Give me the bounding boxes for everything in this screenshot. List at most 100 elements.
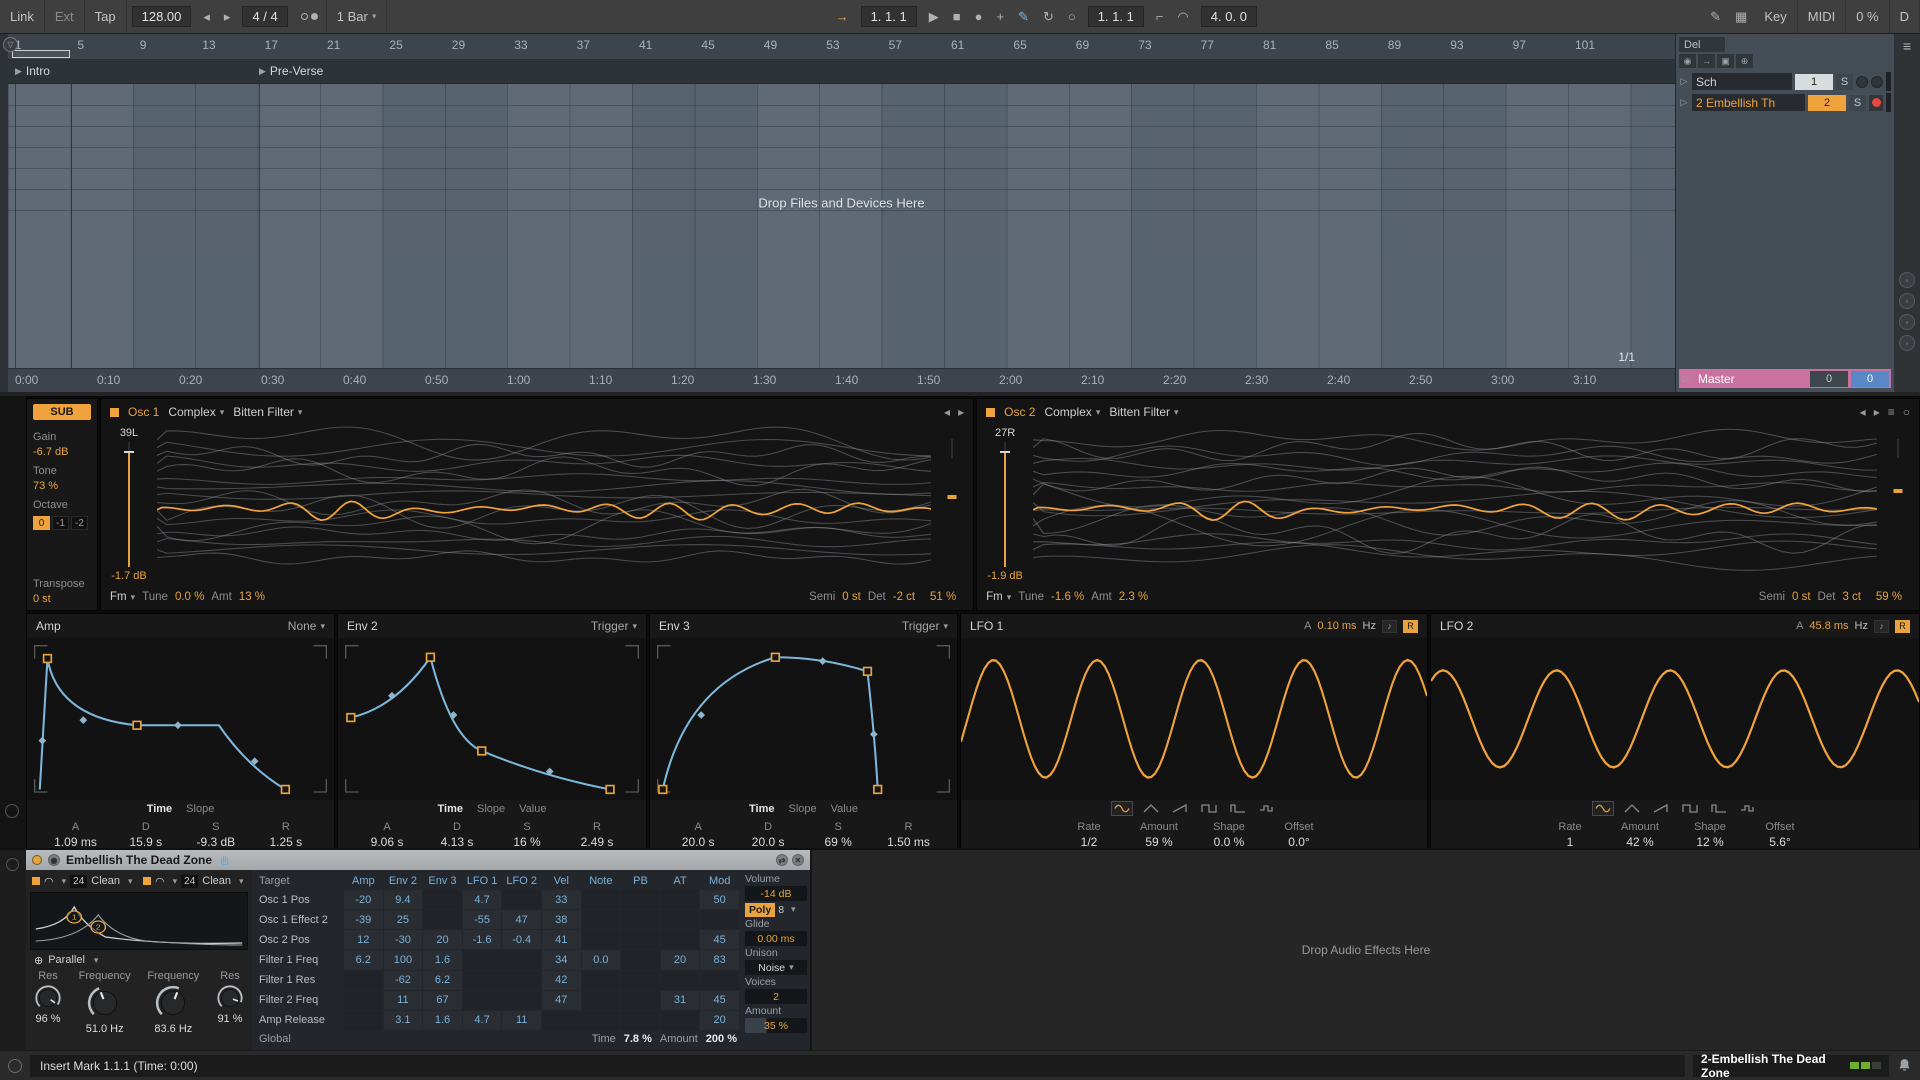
matrix-cell[interactable]: 34 (541, 950, 581, 970)
bar-number[interactable]: 33 (514, 38, 527, 52)
matrix-target[interactable]: Amp Release (255, 1011, 343, 1030)
det-value[interactable]: -2 ct (893, 591, 915, 603)
param[interactable]: A 9.06 s (366, 821, 408, 850)
matrix-cell[interactable]: 11 (383, 990, 423, 1010)
matrix-target[interactable]: Filter 1 Res (255, 971, 343, 990)
follow-arrow-icon[interactable]: → (1698, 54, 1715, 68)
bar-number[interactable]: 57 (889, 38, 902, 52)
matrix-cell[interactable] (660, 970, 700, 990)
osc-2-gain-value[interactable]: -1.9 dB (987, 570, 1022, 584)
device-option-icon[interactable]: ◉ (48, 854, 60, 866)
matrix-cell[interactable]: 25 (383, 910, 423, 930)
bar-number[interactable]: 37 (577, 38, 590, 52)
matrix-cell[interactable] (541, 1010, 581, 1030)
osc-1-gain-slider[interactable] (122, 442, 136, 567)
matrix-cell[interactable] (344, 970, 383, 990)
zoom-icon[interactable]: ▣ (1717, 54, 1734, 68)
sine-shape-icon[interactable] (1110, 801, 1133, 817)
wavetable-menu-icon[interactable]: ≡ (1888, 405, 1895, 419)
filter1-res-knob[interactable] (34, 984, 62, 1012)
matrix-cell[interactable]: 47 (502, 910, 541, 930)
matrix-cell[interactable]: 20 (700, 1010, 739, 1030)
fold-track-icon[interactable]: ▷ (1679, 97, 1689, 108)
square-shape-icon[interactable] (1680, 802, 1700, 815)
matrix-amount-value[interactable]: 200 % (706, 1033, 737, 1045)
matrix-cell[interactable] (462, 970, 502, 990)
time-ruler[interactable]: 0:00 0:10 0:20 0:30 0:40 0:50 1:00 1:10 1:20 1:30… (8, 368, 1675, 392)
device-title-bar[interactable]: ◉ Embellish The Dead Zone ⇄ ✕ (26, 850, 810, 870)
matrix-cell[interactable]: 4.7 (462, 890, 502, 910)
poly-voices-value[interactable]: 8 (778, 904, 784, 916)
osc-1-gain-value[interactable]: -1.7 dB (111, 570, 146, 584)
matrix-cell[interactable] (621, 910, 660, 930)
triangle-shape-icon[interactable] (1622, 802, 1642, 815)
bar-number[interactable]: 89 (1388, 38, 1401, 52)
draw-mode-icon[interactable]: ✎ (1703, 0, 1728, 33)
bar-number[interactable]: 49 (764, 38, 777, 52)
lfo2-attack-value[interactable]: 45.8 ms (1809, 620, 1848, 632)
track-row-embellish[interactable]: ▷ 2 Embellish Th 2 S (1679, 93, 1891, 112)
new-button[interactable]: + (989, 0, 1011, 33)
param[interactable]: S -9.3 dB (195, 821, 237, 850)
bar-number[interactable]: 69 (1076, 38, 1089, 52)
param[interactable]: Amount 42 % (1619, 821, 1661, 850)
random-shape-icon[interactable] (1738, 802, 1758, 815)
filter1-shape-icon[interactable]: ◠ (44, 875, 54, 888)
matrix-cell[interactable]: 41 (541, 930, 581, 950)
osc-2-mod-mode-menu[interactable]: Fm ▾ (986, 591, 1011, 603)
bar-number[interactable]: 13 (202, 38, 215, 52)
arm-button[interactable] (1871, 75, 1883, 88)
tab-value[interactable]: Value (519, 803, 546, 815)
link-button[interactable]: Link (0, 0, 45, 33)
matrix-cell[interactable] (423, 910, 462, 930)
matrix-cell[interactable] (581, 990, 621, 1010)
master-value-2[interactable]: 0 (1851, 370, 1889, 387)
env3-loop-mode-menu[interactable]: Trigger ▾ (902, 619, 948, 633)
param[interactable]: R 1.25 s (265, 821, 307, 850)
osc-1-category-menu[interactable]: Complex ▾ (168, 405, 224, 419)
tone-value[interactable]: 73 % (33, 480, 91, 492)
matrix-cell[interactable]: -0.4 (502, 930, 541, 950)
record-button[interactable]: ● (968, 0, 990, 33)
track-name[interactable]: 2 Embellish Th (1692, 94, 1805, 111)
env3-display[interactable] (650, 638, 957, 800)
osc-1-wavetable-menu[interactable]: Bitten Filter ▾ (233, 405, 302, 419)
close-device-icon[interactable]: ✕ (792, 854, 804, 866)
key-map-button[interactable]: Key (1754, 0, 1798, 33)
lfo2-display[interactable] (1431, 638, 1919, 800)
param[interactable]: R 1.50 ms (887, 821, 930, 850)
matrix-cell[interactable] (581, 890, 621, 910)
freq2-value[interactable]: 83.6 Hz (154, 1023, 192, 1036)
bar-number[interactable]: 29 (452, 38, 465, 52)
glide-value[interactable]: 0.00 ms (745, 931, 807, 946)
bar-number[interactable]: 77 (1201, 38, 1214, 52)
matrix-target[interactable]: Osc 1 Pos (255, 890, 343, 909)
matrix-cell[interactable]: 1.6 (423, 1010, 462, 1030)
saw-shape-icon[interactable] (1651, 802, 1671, 815)
sine-shape-icon[interactable] (1591, 801, 1614, 817)
bar-number[interactable]: 41 (639, 38, 652, 52)
matrix-cell[interactable] (462, 950, 502, 970)
arm-button[interactable] (1869, 94, 1883, 111)
matrix-cell[interactable]: 67 (423, 990, 462, 1010)
device-scroll-icon[interactable] (5, 804, 19, 818)
track-name[interactable]: Sch (1692, 73, 1792, 90)
bar-number[interactable]: 45 (701, 38, 714, 52)
bar-number[interactable]: 5 (77, 38, 84, 52)
fold-track-icon[interactable]: ▷ (1681, 373, 1691, 384)
solo-button[interactable]: S (1836, 73, 1853, 90)
bar-number[interactable]: 17 (265, 38, 278, 52)
punch-in-icon[interactable]: ⌐ (1149, 0, 1171, 33)
track-name[interactable]: Master (1694, 370, 1807, 387)
param[interactable]: D 4.13 s (436, 821, 478, 850)
chain-scroll-icon[interactable] (6, 858, 19, 871)
filter1-slope[interactable]: 24 (70, 874, 88, 888)
osc-1-pan-value[interactable]: 39L (120, 427, 138, 439)
matrix-cell[interactable] (462, 990, 502, 1010)
matrix-cell[interactable]: 100 (383, 950, 423, 970)
amp-loop-mode-menu[interactable]: None ▾ (288, 619, 325, 633)
matrix-cell[interactable] (344, 990, 383, 1010)
amt-value[interactable]: 13 % (239, 591, 265, 603)
amp-env-display[interactable] (27, 638, 334, 800)
param[interactable]: Shape 12 % (1689, 821, 1731, 850)
